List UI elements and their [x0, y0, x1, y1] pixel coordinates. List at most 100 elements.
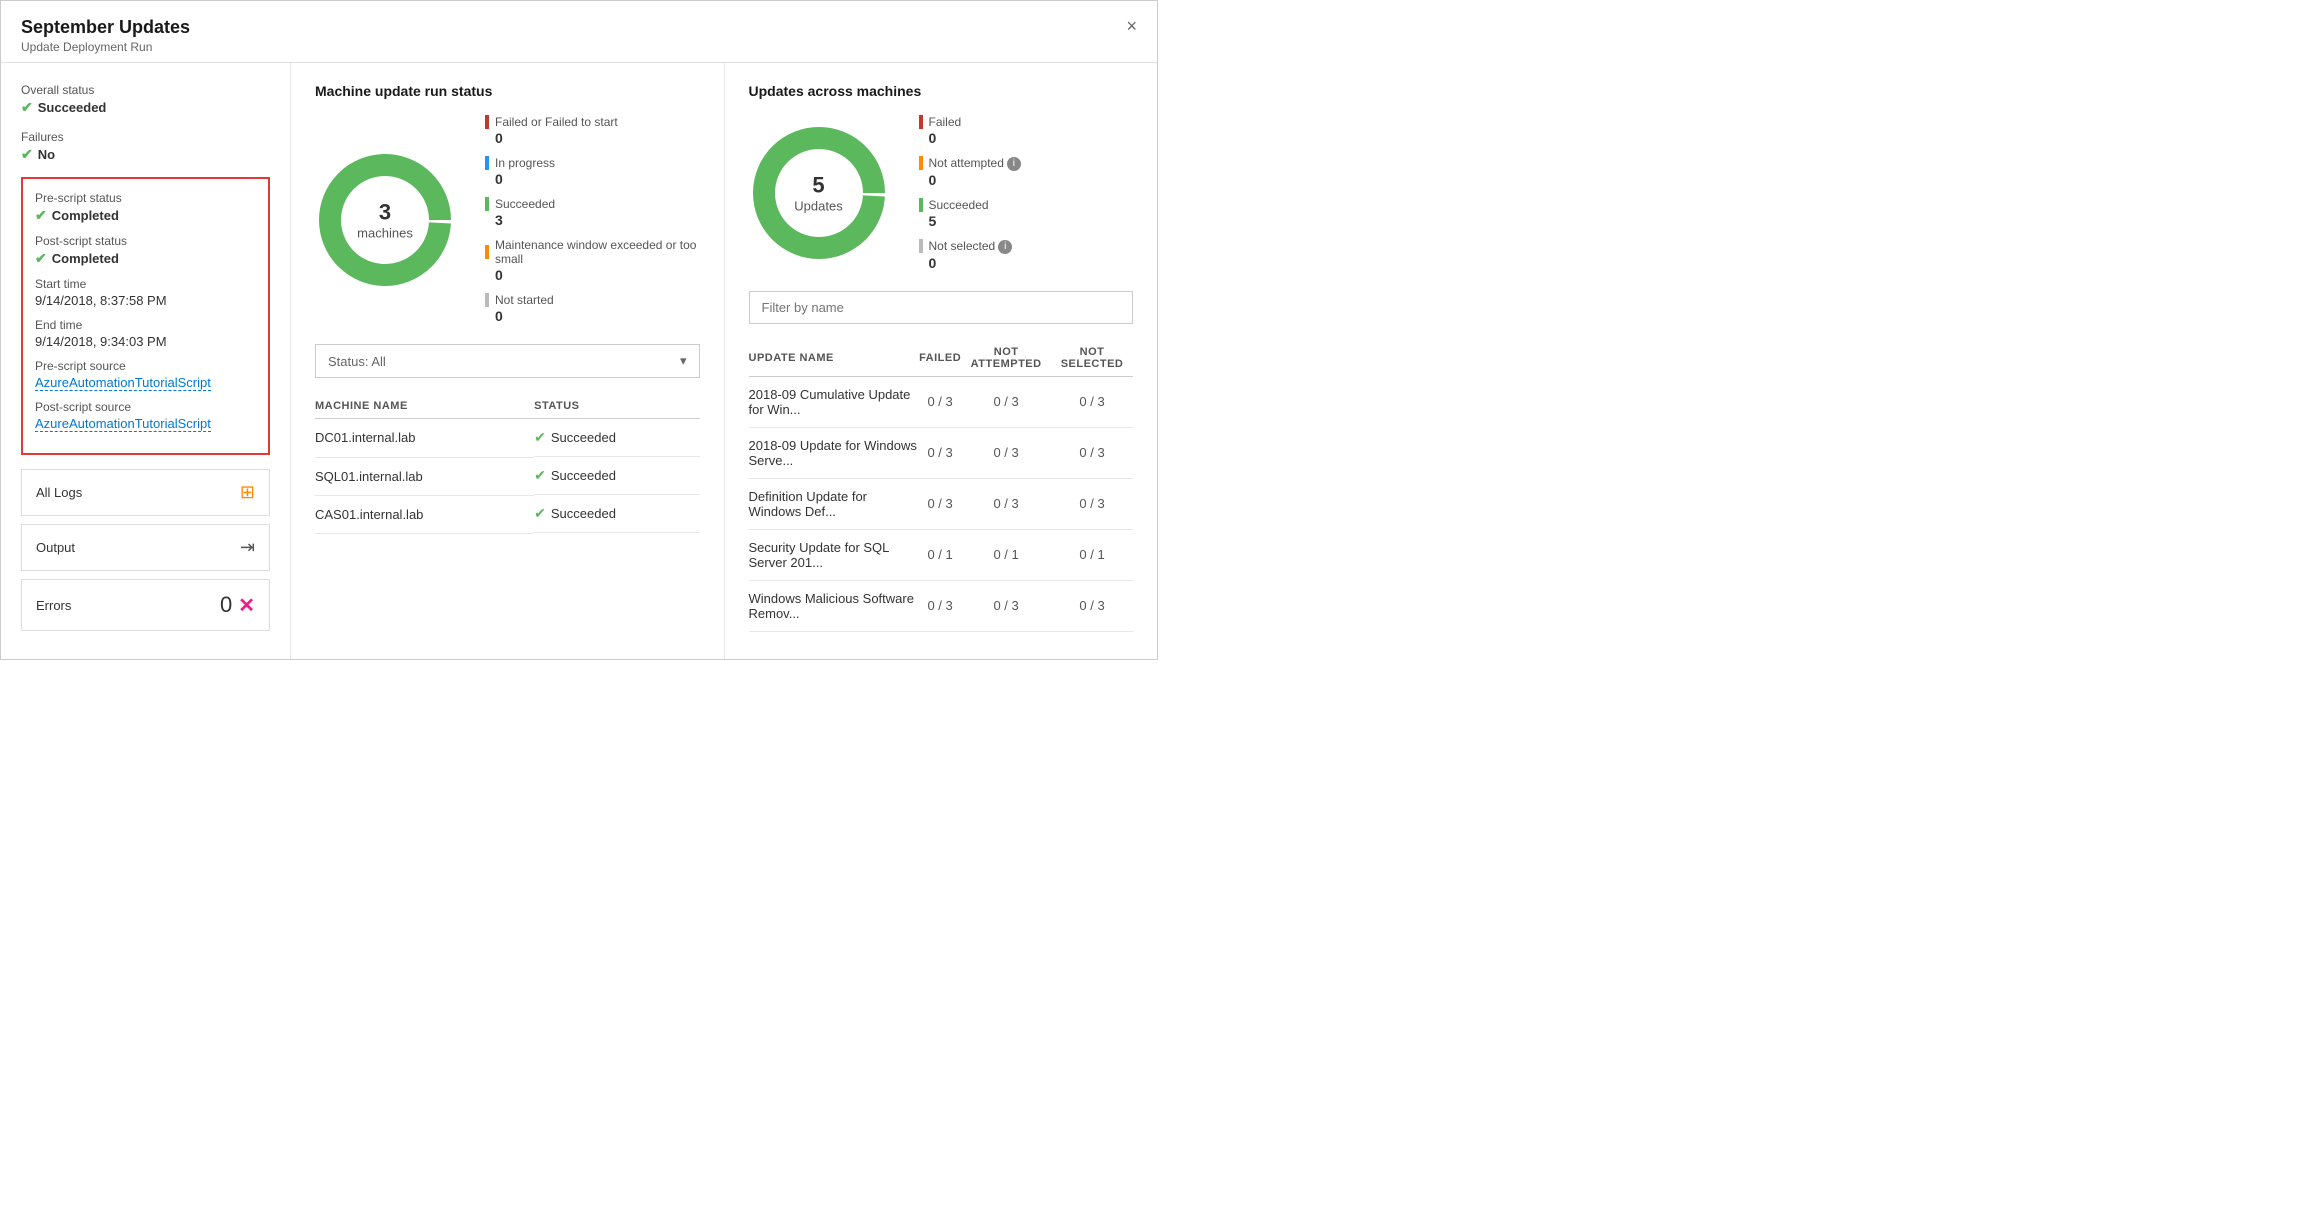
machine-update-title: Machine update run status: [315, 83, 700, 99]
pre-script-source-link[interactable]: AzureAutomationTutorialScript: [35, 375, 211, 391]
updates-donut-unit: Updates: [794, 198, 842, 213]
table-row: 2018-09 Update for Windows Serve... 0 / …: [749, 427, 1134, 478]
output-icon: ⇥: [240, 537, 255, 558]
updates-chart-section: 5 Updates Failed 0 Not attemptedi 0 Succ…: [749, 115, 1134, 271]
status-dropdown[interactable]: Status: All ▾: [315, 344, 700, 378]
machine-donut-num: 3: [357, 199, 413, 225]
machine-name-cell: SQL01.internal.lab: [315, 457, 534, 495]
start-time-value: 9/14/2018, 8:37:58 PM: [35, 293, 256, 308]
not-selected-cell: 0 / 3: [1051, 376, 1133, 427]
filter-input[interactable]: [749, 291, 1134, 324]
not-attempted-cell: 0 / 3: [961, 376, 1051, 427]
table-row: Windows Malicious Software Remov... 0 / …: [749, 580, 1134, 631]
left-panel: Overall status ✔ Succeeded Failures ✔ No…: [1, 63, 291, 659]
error-count: 0: [220, 592, 232, 618]
machine-status-value: Succeeded: [551, 468, 616, 483]
pre-script-status-group: Pre-script status ✔ Completed: [35, 191, 256, 224]
legend-item: Not selectedi 0: [919, 239, 1021, 271]
legend-value: 0: [495, 308, 700, 324]
machine-chart-section: 3 machines Failed or Failed to start 0 I…: [315, 115, 700, 324]
legend-item: In progress 0: [485, 156, 700, 187]
post-script-source-link[interactable]: AzureAutomationTutorialScript: [35, 416, 211, 432]
table-row: DC01.internal.lab ✔ Succeeded: [315, 419, 700, 458]
check-icon-failures: ✔: [21, 146, 33, 163]
legend-value: 5: [929, 213, 1021, 229]
main-window: September Updates Update Deployment Run …: [0, 0, 1158, 660]
legend-value: 0: [929, 172, 1021, 188]
status-dropdown-label: Status: All: [328, 354, 386, 369]
table-row: Security Update for SQL Server 201... 0 …: [749, 529, 1134, 580]
legend-item: Failed 0: [919, 115, 1021, 146]
updates-donut-label: 5 Updates: [794, 172, 842, 213]
legend-label: In progress: [495, 156, 555, 170]
all-logs-item[interactable]: All Logs ⊞: [21, 469, 270, 516]
updates-donut-num: 5: [794, 172, 842, 198]
machine-legend: Failed or Failed to start 0 In progress …: [485, 115, 700, 324]
failures-value: ✔ No: [21, 146, 270, 163]
legend-value: 0: [495, 171, 700, 187]
start-time-label: Start time: [35, 277, 256, 291]
legend-label: Not attemptedi: [929, 156, 1021, 171]
all-logs-icon: ⊞: [240, 482, 255, 503]
machine-name-cell: DC01.internal.lab: [315, 419, 534, 458]
error-x-icon: ✕: [238, 593, 255, 618]
not-attempted-cell: 0 / 3: [961, 580, 1051, 631]
machines-table: MACHINE NAME STATUS DC01.internal.lab ✔ …: [315, 394, 700, 534]
pre-script-status-label: Pre-script status: [35, 191, 256, 205]
updates-donut-chart: 5 Updates: [749, 123, 889, 263]
post-script-status-group: Post-script status ✔ Completed: [35, 234, 256, 267]
post-script-status-value: ✔ Completed: [35, 250, 256, 267]
failed-cell: 0 / 3: [919, 427, 961, 478]
post-script-source-group: Post-script source AzureAutomationTutori…: [35, 400, 256, 431]
pre-script-check-icon: ✔: [35, 207, 47, 224]
updates-table: UPDATE NAME FAILED NOT ATTEMPTED NOT SEL…: [749, 340, 1134, 632]
title-bar: September Updates Update Deployment Run …: [1, 1, 1157, 63]
window-title: September Updates: [21, 17, 190, 38]
post-script-source-label: Post-script source: [35, 400, 256, 414]
updates-across-title: Updates across machines: [749, 83, 1134, 99]
succeeded-icon: ✔: [534, 505, 546, 522]
succeeded-icon: ✔: [534, 429, 546, 446]
update-name-cell: 2018-09 Cumulative Update for Win...: [749, 376, 920, 427]
errors-row: 0 ✕: [220, 592, 255, 618]
legend-value: 0: [929, 255, 1021, 271]
post-script-status-label: Post-script status: [35, 234, 256, 248]
info-icon[interactable]: i: [998, 240, 1012, 254]
update-name-cell: Definition Update for Windows Def...: [749, 478, 920, 529]
not-attempted-cell: 0 / 3: [961, 427, 1051, 478]
output-item[interactable]: Output ⇥: [21, 524, 270, 571]
legend-color: [919, 156, 923, 170]
overall-status-value: ✔ Succeeded: [21, 99, 270, 116]
succeeded-icon: ✔: [534, 467, 546, 484]
close-button[interactable]: ×: [1126, 17, 1137, 35]
not-selected-cell: 0 / 3: [1051, 427, 1133, 478]
not-attempted-cell: 0 / 3: [961, 478, 1051, 529]
errors-item[interactable]: Errors 0 ✕: [21, 579, 270, 631]
table-row: 2018-09 Cumulative Update for Win... 0 /…: [749, 376, 1134, 427]
legend-color: [919, 198, 923, 212]
machine-status-value: Succeeded: [551, 430, 616, 445]
machine-donut-chart: 3 machines: [315, 150, 455, 290]
legend-item: Not started 0: [485, 293, 700, 324]
not-attempted-header: NOT ATTEMPTED: [961, 340, 1051, 377]
failed-cell: 0 / 3: [919, 478, 961, 529]
legend-item: Failed or Failed to start 0: [485, 115, 700, 146]
machine-status-cell: ✔ Succeeded: [534, 419, 699, 457]
update-name-cell: 2018-09 Update for Windows Serve...: [749, 427, 920, 478]
log-section: All Logs ⊞ Output ⇥ Errors 0 ✕: [21, 469, 270, 631]
legend-value: 0: [495, 267, 700, 283]
update-name-cell: Windows Malicious Software Remov...: [749, 580, 920, 631]
failures-section: Failures ✔ No: [21, 130, 270, 163]
not-selected-cell: 0 / 1: [1051, 529, 1133, 580]
info-icon[interactable]: i: [1007, 157, 1021, 171]
start-time-group: Start time 9/14/2018, 8:37:58 PM: [35, 277, 256, 308]
right-panel: Updates across machines 5 Updates Failed…: [725, 63, 1158, 659]
legend-item: Succeeded 3: [485, 197, 700, 228]
machine-name-cell: CAS01.internal.lab: [315, 495, 534, 533]
legend-label: Not started: [495, 293, 554, 307]
failed-cell: 0 / 1: [919, 529, 961, 580]
table-row: SQL01.internal.lab ✔ Succeeded: [315, 457, 700, 495]
content-area: Overall status ✔ Succeeded Failures ✔ No…: [1, 63, 1157, 659]
legend-color: [485, 245, 489, 259]
not-attempted-cell: 0 / 1: [961, 529, 1051, 580]
